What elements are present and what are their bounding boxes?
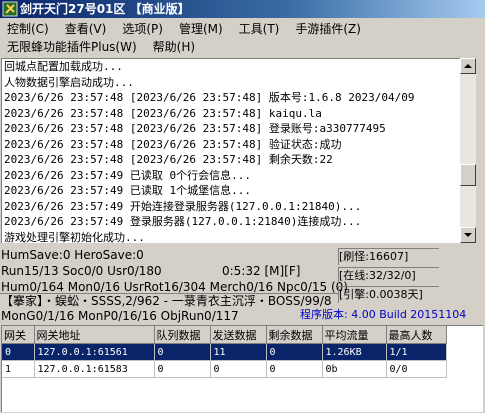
menu-item[interactable]: 帮助(H) — [150, 38, 198, 56]
log-line: 游戏处理引擎初始化成功... — [4, 230, 145, 244]
column-header[interactable]: 发送数据 — [210, 326, 267, 344]
server-window: 剑开天门27号01区 【商业版】 控制(C) 查看(V) 选项(P) 管理(M) 工具(… — [0, 0, 485, 413]
log-line: 2023/6/26 23:57:48 [2023/6/26 23:57:48] … — [4, 122, 386, 135]
news-status: 【搴家】・蜈蚣・SSSS,2/962 - 一菉青衣主沉浮・BOSS/99/8 — [1, 294, 332, 308]
mon-status: MonG0/1/16 MonP0/16/16 ObjRun0/117 — [1, 309, 239, 323]
table-cell: 1 — [2, 360, 35, 378]
table-cell: 0 — [154, 360, 211, 378]
menu-item[interactable]: 无限蜂功能插件Plus(W) — [4, 38, 140, 56]
scroll-down-button[interactable] — [460, 227, 476, 243]
menu-item[interactable]: 管理(M) — [176, 20, 226, 38]
column-header[interactable]: 最高人数 — [386, 326, 447, 344]
table-row[interactable]: 1 127.0.0.1:61583 0 0 0 0b 0/0 — [2, 360, 447, 378]
window-title: 剑开天门27号01区 【商业版】 — [20, 2, 190, 16]
table-cell: 127.0.0.1:61583 — [34, 360, 155, 378]
column-header[interactable]: 网关地址 — [34, 326, 155, 344]
log-scrollbar[interactable] — [460, 58, 476, 243]
table-cell: 0 — [266, 360, 323, 378]
gateway-grid[interactable]: 网关 网关地址 队列数据 发送数据 剩余数据 平均流量 最高人数 0 127.0.0.1:61… — [1, 325, 483, 412]
table-cell: 0 — [210, 360, 267, 378]
table-cell: 0 — [266, 343, 323, 361]
menu-item[interactable]: 选项(P) — [119, 20, 166, 38]
menu-bar: 控制(C) 查看(V) 选项(P) 管理(M) 工具(T) 手游插件(Z) 无限蜂功能插件… — [0, 18, 485, 58]
log-line: 2023/6/26 23:57:49 开始连接登录服务器(127.0.0.1:2… — [4, 199, 362, 213]
log-line: 2023/6/26 23:57:48 [2023/6/26 23:57:48] … — [4, 153, 333, 166]
log-line: 2023/6/26 23:57:48 [2023/6/26 23:57:48] … — [4, 106, 322, 120]
log-line: 回城点配置加载成功... — [4, 60, 123, 73]
menu-row-primary: 控制(C) 查看(V) 选项(P) 管理(M) 工具(T) 手游插件(Z) — [4, 20, 374, 38]
run-status: Run15/13 Soc0/0 Usr0/180 — [1, 264, 162, 278]
info-box: [刷怪:16607] [在线:32/32/0] [引擎:0.0038天] — [338, 248, 483, 304]
column-header[interactable]: 队列数据 — [154, 326, 211, 344]
column-header[interactable]: 剩余数据 — [266, 326, 323, 344]
table-cell: 0/0 — [386, 360, 447, 378]
log-line: 人物数据引擎启动成功... — [4, 75, 134, 89]
title-bar[interactable]: 剑开天门27号01区 【商业版】 — [0, 0, 485, 18]
clock-status: 0:5:32 [M][F] — [222, 264, 301, 278]
engine-field: [引擎:0.0038天] — [338, 286, 439, 303]
table-cell: 127.0.0.1:61561 — [34, 343, 155, 361]
menu-item[interactable]: 控制(C) — [4, 20, 52, 38]
program-version: 程序版本: 4.00 Build 20151104 — [300, 308, 467, 321]
log-line: 2023/6/26 23:57:48 [2023/6/26 23:57:48] … — [4, 137, 342, 151]
gateway-table: 网关 网关地址 队列数据 发送数据 剩余数据 平均流量 最高人数 0 127.0.0.1:61… — [2, 326, 447, 378]
log-line: 2023/6/26 23:57:49 已读取 0个行会信息... — [4, 168, 251, 182]
scroll-thumb[interactable] — [460, 164, 476, 186]
menu-item[interactable]: 工具(T) — [236, 20, 283, 38]
menu-item[interactable]: 查看(V) — [62, 20, 110, 38]
table-cell: 0b — [322, 360, 387, 378]
log-panel[interactable]: 回城点配置加载成功... 人物数据引擎启动成功... 2023/6/26 23:57… — [1, 58, 460, 243]
log-line: 2023/6/26 23:57:49 已读取 1个城堡信息... — [4, 184, 251, 197]
app-icon — [2, 1, 18, 17]
hum-status: Hum0/164 Mon0/16 UsrRot16/304 Merch0/16 … — [1, 280, 348, 294]
menu-item[interactable]: 手游插件(Z) — [292, 20, 364, 38]
refresh-monster-field: [刷怪:16607] — [338, 248, 439, 265]
online-field: [在线:32/32/0] — [338, 267, 439, 284]
table-cell: 1.26KB — [322, 343, 387, 361]
arrow-down-icon — [464, 233, 472, 237]
hum-save-status: HumSave:0 HeroSave:0 — [1, 248, 144, 262]
table-header-row: 网关 网关地址 队列数据 发送数据 剩余数据 平均流量 最高人数 — [2, 326, 447, 344]
table-cell: 11 — [210, 343, 267, 361]
column-header[interactable]: 网关 — [2, 326, 35, 344]
table-cell: 0 — [154, 343, 211, 361]
table-cell: 1/1 — [386, 343, 447, 361]
table-cell: 0 — [2, 343, 35, 361]
table-row[interactable]: 0 127.0.0.1:61561 0 11 0 1.26KB 1/1 — [2, 343, 447, 361]
arrow-up-icon — [464, 64, 472, 68]
menu-row-secondary: 无限蜂功能插件Plus(W) 帮助(H) — [4, 38, 208, 56]
scroll-up-button[interactable] — [460, 58, 476, 74]
log-line: 2023/6/26 23:57:48 [2023/6/26 23:57:48] … — [4, 91, 415, 104]
log-line: 2023/6/26 23:57:49 登录服务器(127.0.0.1:21840… — [4, 215, 362, 228]
column-header[interactable]: 平均流量 — [322, 326, 387, 344]
